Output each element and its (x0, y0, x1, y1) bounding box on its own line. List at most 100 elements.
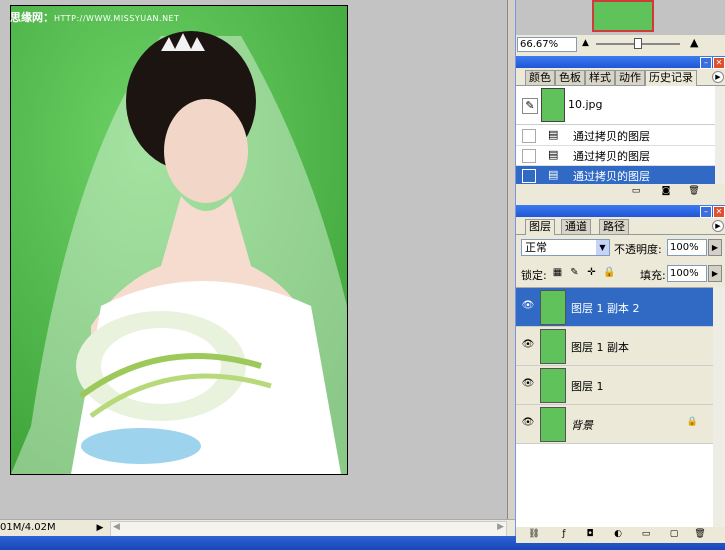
adjustment-layer-icon[interactable]: ◐ (612, 529, 624, 540)
history-snapshot[interactable]: ✎ 10.jpg (516, 86, 715, 125)
eye-icon[interactable]: 👁 (521, 417, 535, 429)
history-brush-checkbox[interactable] (522, 129, 536, 143)
history-state-current[interactable]: ▤ 通过拷贝的图层 (516, 166, 715, 186)
blend-mode-value: 正常 (525, 241, 547, 254)
blend-mode-select[interactable]: 正常 ▼ (521, 239, 610, 256)
tab-paths[interactable]: 路径 (599, 219, 629, 234)
snapshot-thumbnail (541, 88, 565, 122)
opacity-label: 不透明度: (614, 243, 662, 256)
history-panel-titlebar[interactable]: – ✕ (516, 56, 725, 69)
layer-thumbnail (540, 368, 566, 403)
status-bar: 01M/4.02M ▶ ◀ ▶ (0, 519, 515, 537)
lock-pixels-icon[interactable]: ✎ (569, 267, 580, 278)
fill-slider-arrow-icon[interactable]: ▶ (708, 265, 722, 282)
scroll-left-icon[interactable]: ◀ (113, 522, 120, 532)
layer-row[interactable]: 👁 图层 1 副本 (516, 327, 713, 366)
new-group-icon[interactable]: ▭ (640, 529, 652, 540)
panel-menu-icon[interactable]: ▶ (712, 71, 724, 83)
opacity-field[interactable]: 100% (667, 239, 707, 256)
watermark-cn: 思缘网： (10, 11, 54, 24)
history-state[interactable]: ▤ 通过拷贝的图层 (516, 126, 715, 146)
history-toolbar: ▭ ◙ 🗑 (516, 184, 725, 200)
close-icon[interactable]: ✕ (713, 206, 725, 218)
tab-color[interactable]: 颜色 (525, 70, 555, 85)
watermark-url: HTTP://WWW.MISSYUAN.NET (54, 14, 180, 23)
palette-dock: 66.67% ▲ ▲ – ✕ 颜色 色板 样式 动作 历史记录 ▶ ✎ 10.j… (515, 0, 725, 543)
delete-state-icon[interactable]: 🗑 (688, 186, 700, 197)
layer-thumbnail (540, 329, 566, 364)
chevron-down-icon[interactable]: ▼ (596, 240, 609, 255)
status-menu-arrow-icon[interactable]: ▶ (94, 522, 106, 534)
history-state-icon: ▤ (548, 148, 559, 161)
zoom-slider-thumb[interactable] (634, 38, 642, 49)
new-snapshot-icon[interactable]: ◙ (660, 186, 672, 197)
lock-transparency-icon[interactable]: ▦ (552, 267, 563, 278)
lock-position-icon[interactable]: ✛ (586, 267, 597, 278)
tab-channels[interactable]: 通道 (561, 219, 591, 234)
eye-icon[interactable]: 👁 (521, 339, 535, 351)
document-workspace: 思缘网：HTTP://WWW.MISSYUAN.NET (0, 0, 507, 519)
close-icon[interactable]: ✕ (713, 57, 725, 69)
opacity-slider-arrow-icon[interactable]: ▶ (708, 239, 722, 256)
new-document-from-state-icon[interactable]: ▭ (630, 186, 642, 197)
layer-name: 图层 1 (571, 380, 604, 393)
layers-panel-tabs: 图层 通道 路径 ▶ (516, 218, 725, 235)
history-state-label: 通过拷贝的图层 (573, 170, 650, 183)
tab-layers[interactable]: 图层 (525, 219, 555, 235)
layers-scrollbar[interactable] (713, 287, 725, 527)
tab-actions[interactable]: 动作 (615, 70, 645, 85)
watermark-text: 思缘网：HTTP://WWW.MISSYUAN.NET (10, 9, 180, 25)
navigator-preview (516, 0, 725, 35)
lock-icon: 🔒 (686, 417, 698, 427)
panel-menu-icon[interactable]: ▶ (712, 220, 724, 232)
history-state-label: 通过拷贝的图层 (573, 150, 650, 163)
fill-field[interactable]: 100% (667, 265, 707, 282)
tab-swatches[interactable]: 色板 (555, 70, 585, 85)
zoom-in-icon[interactable]: ▲ (690, 36, 698, 49)
layers-panel-titlebar[interactable]: – ✕ (516, 205, 725, 218)
eye-icon[interactable]: 👁 (521, 378, 535, 390)
layer-row-background[interactable]: 👁 背景 🔒 (516, 405, 713, 444)
layer-row[interactable]: 👁 图层 1 (516, 366, 713, 405)
link-layers-icon[interactable]: ⛓ (528, 529, 540, 540)
layer-name: 图层 1 副本 2 (571, 302, 640, 315)
tab-styles[interactable]: 样式 (585, 70, 615, 85)
lock-all-icon[interactable]: 🔒 (603, 267, 615, 278)
layer-row-selected[interactable]: 👁 图层 1 副本 2 (516, 288, 713, 327)
lock-row: 锁定: ▦ ✎ ✛ 🔒 填充: 100% ▶ (516, 264, 725, 286)
snapshot-label: 10.jpg (568, 98, 603, 111)
history-brush-source-icon[interactable]: ✎ (522, 98, 538, 114)
layer-name: 背景 (571, 419, 593, 432)
eye-icon[interactable]: 👁 (521, 300, 535, 312)
canvas-image[interactable] (10, 5, 348, 475)
document-horizontal-scrollbar[interactable]: ◀ ▶ (110, 521, 507, 537)
tab-history[interactable]: 历史记录 (645, 70, 697, 86)
layers-toolbar: ⛓ ƒ ◘ ◐ ▭ ▢ 🗑 (516, 527, 725, 543)
scroll-right-icon[interactable]: ▶ (497, 522, 504, 532)
history-list: ✎ 10.jpg ▤ 通过拷贝的图层 ▤ 通过拷贝的图层 ▤ 通过拷贝的图层 (516, 86, 715, 186)
history-state-icon: ▤ (548, 128, 559, 141)
history-brush-checkbox[interactable] (522, 149, 536, 163)
layer-name: 图层 1 副本 (571, 341, 629, 354)
layers-list: 👁 图层 1 副本 2 👁 图层 1 副本 👁 图层 1 👁 背景 🔒 (516, 287, 713, 528)
layer-thumbnail (540, 407, 566, 442)
add-mask-icon[interactable]: ◘ (584, 529, 596, 540)
navigator-zoom-row: 66.67% ▲ ▲ (516, 36, 725, 53)
history-panel-tabs: 颜色 色板 样式 动作 历史记录 ▶ (516, 69, 725, 86)
bride-photo (11, 6, 347, 474)
new-layer-icon[interactable]: ▢ (668, 529, 680, 540)
history-scrollbar[interactable] (715, 86, 725, 184)
navigator-view-box[interactable] (592, 0, 654, 32)
history-brush-checkbox[interactable] (522, 169, 536, 183)
fill-label: 填充: (640, 269, 666, 282)
delete-layer-icon[interactable]: 🗑 (694, 529, 706, 540)
zoom-out-icon[interactable]: ▲ (582, 38, 589, 48)
minimize-icon[interactable]: – (700, 206, 712, 218)
history-state-label: 通过拷贝的图层 (573, 130, 650, 143)
history-state-icon: ▤ (548, 168, 559, 181)
document-size-readout: 01M/4.02M (0, 522, 56, 533)
history-state[interactable]: ▤ 通过拷贝的图层 (516, 146, 715, 166)
zoom-field[interactable]: 66.67% (517, 37, 577, 52)
layer-style-icon[interactable]: ƒ (558, 529, 570, 540)
minimize-icon[interactable]: – (700, 57, 712, 69)
